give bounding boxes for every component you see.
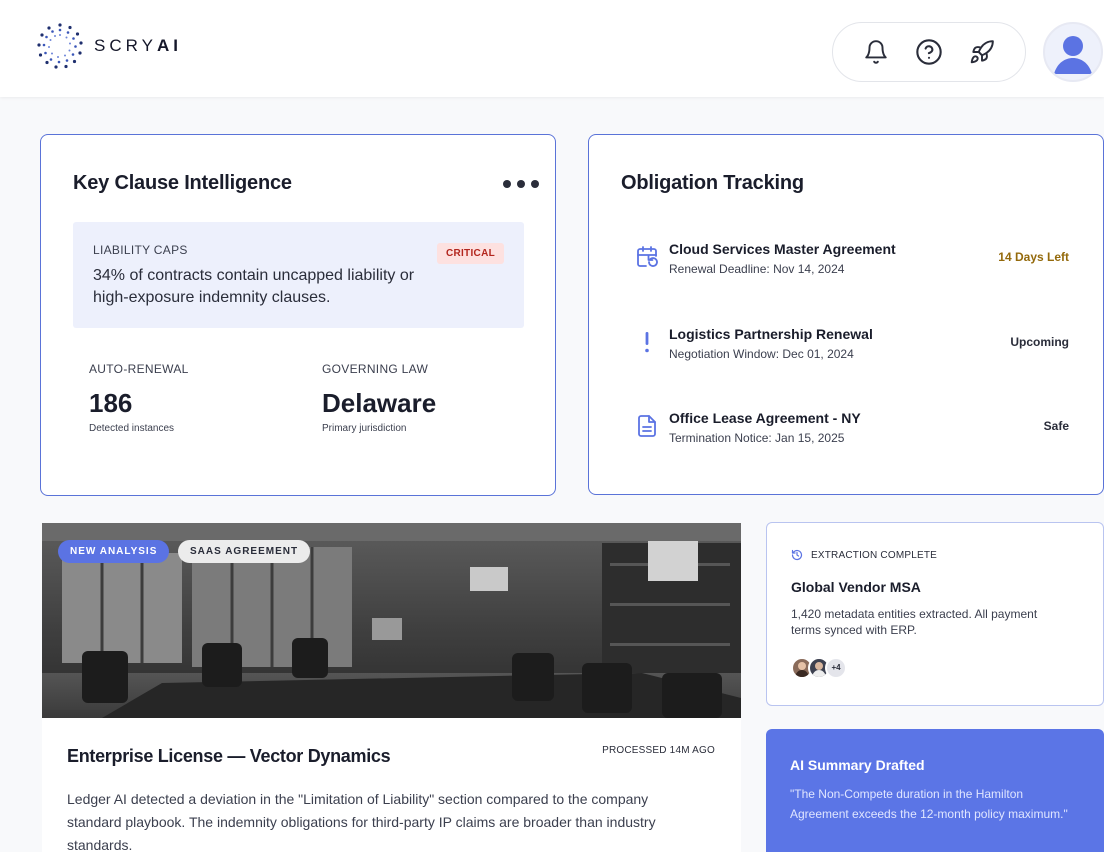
obligation-status: Upcoming xyxy=(1010,335,1069,349)
analysis-card[interactable]: NEW ANALYSIS SAAS AGREEMENT Enterprise L… xyxy=(42,523,741,852)
extraction-title: Global Vendor MSA xyxy=(791,579,921,595)
top-header: SCRYAI xyxy=(0,0,1104,97)
liability-caps-text: 34% of contracts contain uncapped liabil… xyxy=(93,267,415,306)
rocket-icon xyxy=(971,40,995,64)
stat-value: 186 xyxy=(89,388,133,418)
analysis-title: Enterprise License — Vector Dynamics xyxy=(67,746,391,766)
bell-icon xyxy=(864,40,887,64)
history-icon xyxy=(791,549,803,561)
brand-logo[interactable]: SCRYAI xyxy=(36,22,182,70)
liability-caps-panel[interactable]: LIABILITY CAPS CRITICAL 34% of contracts… xyxy=(73,222,524,328)
help-circle-icon xyxy=(916,39,942,65)
extraction-card[interactable]: EXTRACTION COMPLETE Global Vendor MSA 1,… xyxy=(766,522,1104,706)
saas-agreement-tag: SAAS AGREEMENT xyxy=(178,540,311,563)
auto-renewal-stat: AUTO-RENEWAL 186 Detected instances xyxy=(89,362,189,434)
obligation-tracking-card: Obligation Tracking Cloud Services Maste… xyxy=(588,134,1104,495)
obligation-item[interactable]: Office Lease Agreement - NY Termination … xyxy=(621,410,1069,450)
more-horizontal-icon xyxy=(503,180,511,188)
obligation-status: 14 Days Left xyxy=(998,250,1069,264)
obligation-title: Cloud Services Master Agreement xyxy=(669,241,896,257)
processed-timestamp: PROCESSED 14M AGO xyxy=(602,745,715,756)
key-clause-card: Key Clause Intelligence LIABILITY CAPS C… xyxy=(40,134,556,496)
liability-caps-label: LIABILITY CAPS xyxy=(93,243,188,257)
stat-label: GOVERNING LAW xyxy=(322,362,429,376)
obligation-tracking-title: Obligation Tracking xyxy=(621,172,804,194)
launch-button[interactable] xyxy=(965,35,999,69)
stat-sub: Detected instances xyxy=(89,423,175,434)
extraction-status-label: EXTRACTION COMPLETE xyxy=(811,549,938,561)
governing-law-stat: GOVERNING LAW Delaware Primary jurisdict… xyxy=(322,362,436,434)
user-avatar[interactable] xyxy=(1043,22,1103,82)
more-collaborators-badge: +4 xyxy=(825,657,847,679)
stat-label: AUTO-RENEWAL xyxy=(89,362,189,376)
boardroom-photo: NEW ANALYSIS SAAS AGREEMENT xyxy=(42,523,741,718)
critical-badge: CRITICAL xyxy=(436,243,504,264)
extraction-status: EXTRACTION COMPLETE xyxy=(791,549,937,561)
obligation-deadline: Renewal Deadline: Nov 14, 2024 xyxy=(669,262,845,276)
more-options-button[interactable] xyxy=(503,175,539,193)
ai-summary-title: AI Summary Drafted xyxy=(790,757,925,773)
obligation-deadline: Termination Notice: Jan 15, 2025 xyxy=(669,431,845,445)
header-action-group xyxy=(832,22,1026,82)
key-clause-title: Key Clause Intelligence xyxy=(73,172,292,194)
scry-ai-logo-icon xyxy=(37,23,83,69)
notifications-button[interactable] xyxy=(859,35,893,69)
extraction-description: 1,420 metadata entities extracted. All p… xyxy=(791,607,1038,637)
stat-value: Delaware xyxy=(322,388,437,418)
obligation-title: Logistics Partnership Renewal xyxy=(669,326,873,342)
help-button[interactable] xyxy=(912,35,946,69)
ai-summary-quote: "The Non-Compete duration in the Hamilto… xyxy=(790,787,1068,821)
user-avatar-icon xyxy=(1054,36,1092,74)
obligation-title: Office Lease Agreement - NY xyxy=(669,410,861,426)
brand-name: SCRYAI xyxy=(94,36,182,55)
obligation-item[interactable]: Logistics Partnership Renewal Negotiatio… xyxy=(621,326,1069,366)
document-icon xyxy=(638,415,656,437)
analysis-description: Ledger AI detected a deviation in the "L… xyxy=(67,791,656,852)
ai-summary-card[interactable]: AI Summary Drafted "The Non-Compete dura… xyxy=(766,729,1104,852)
obligation-status: Safe xyxy=(1043,419,1069,433)
new-analysis-tag: NEW ANALYSIS xyxy=(58,540,170,563)
obligation-deadline: Negotiation Window: Dec 01, 2024 xyxy=(669,347,854,361)
calendar-refresh-icon xyxy=(637,246,658,267)
obligation-item[interactable]: Cloud Services Master Agreement Renewal … xyxy=(621,241,1069,281)
exclamation-icon xyxy=(645,332,649,353)
stat-sub: Primary jurisdiction xyxy=(322,423,407,434)
